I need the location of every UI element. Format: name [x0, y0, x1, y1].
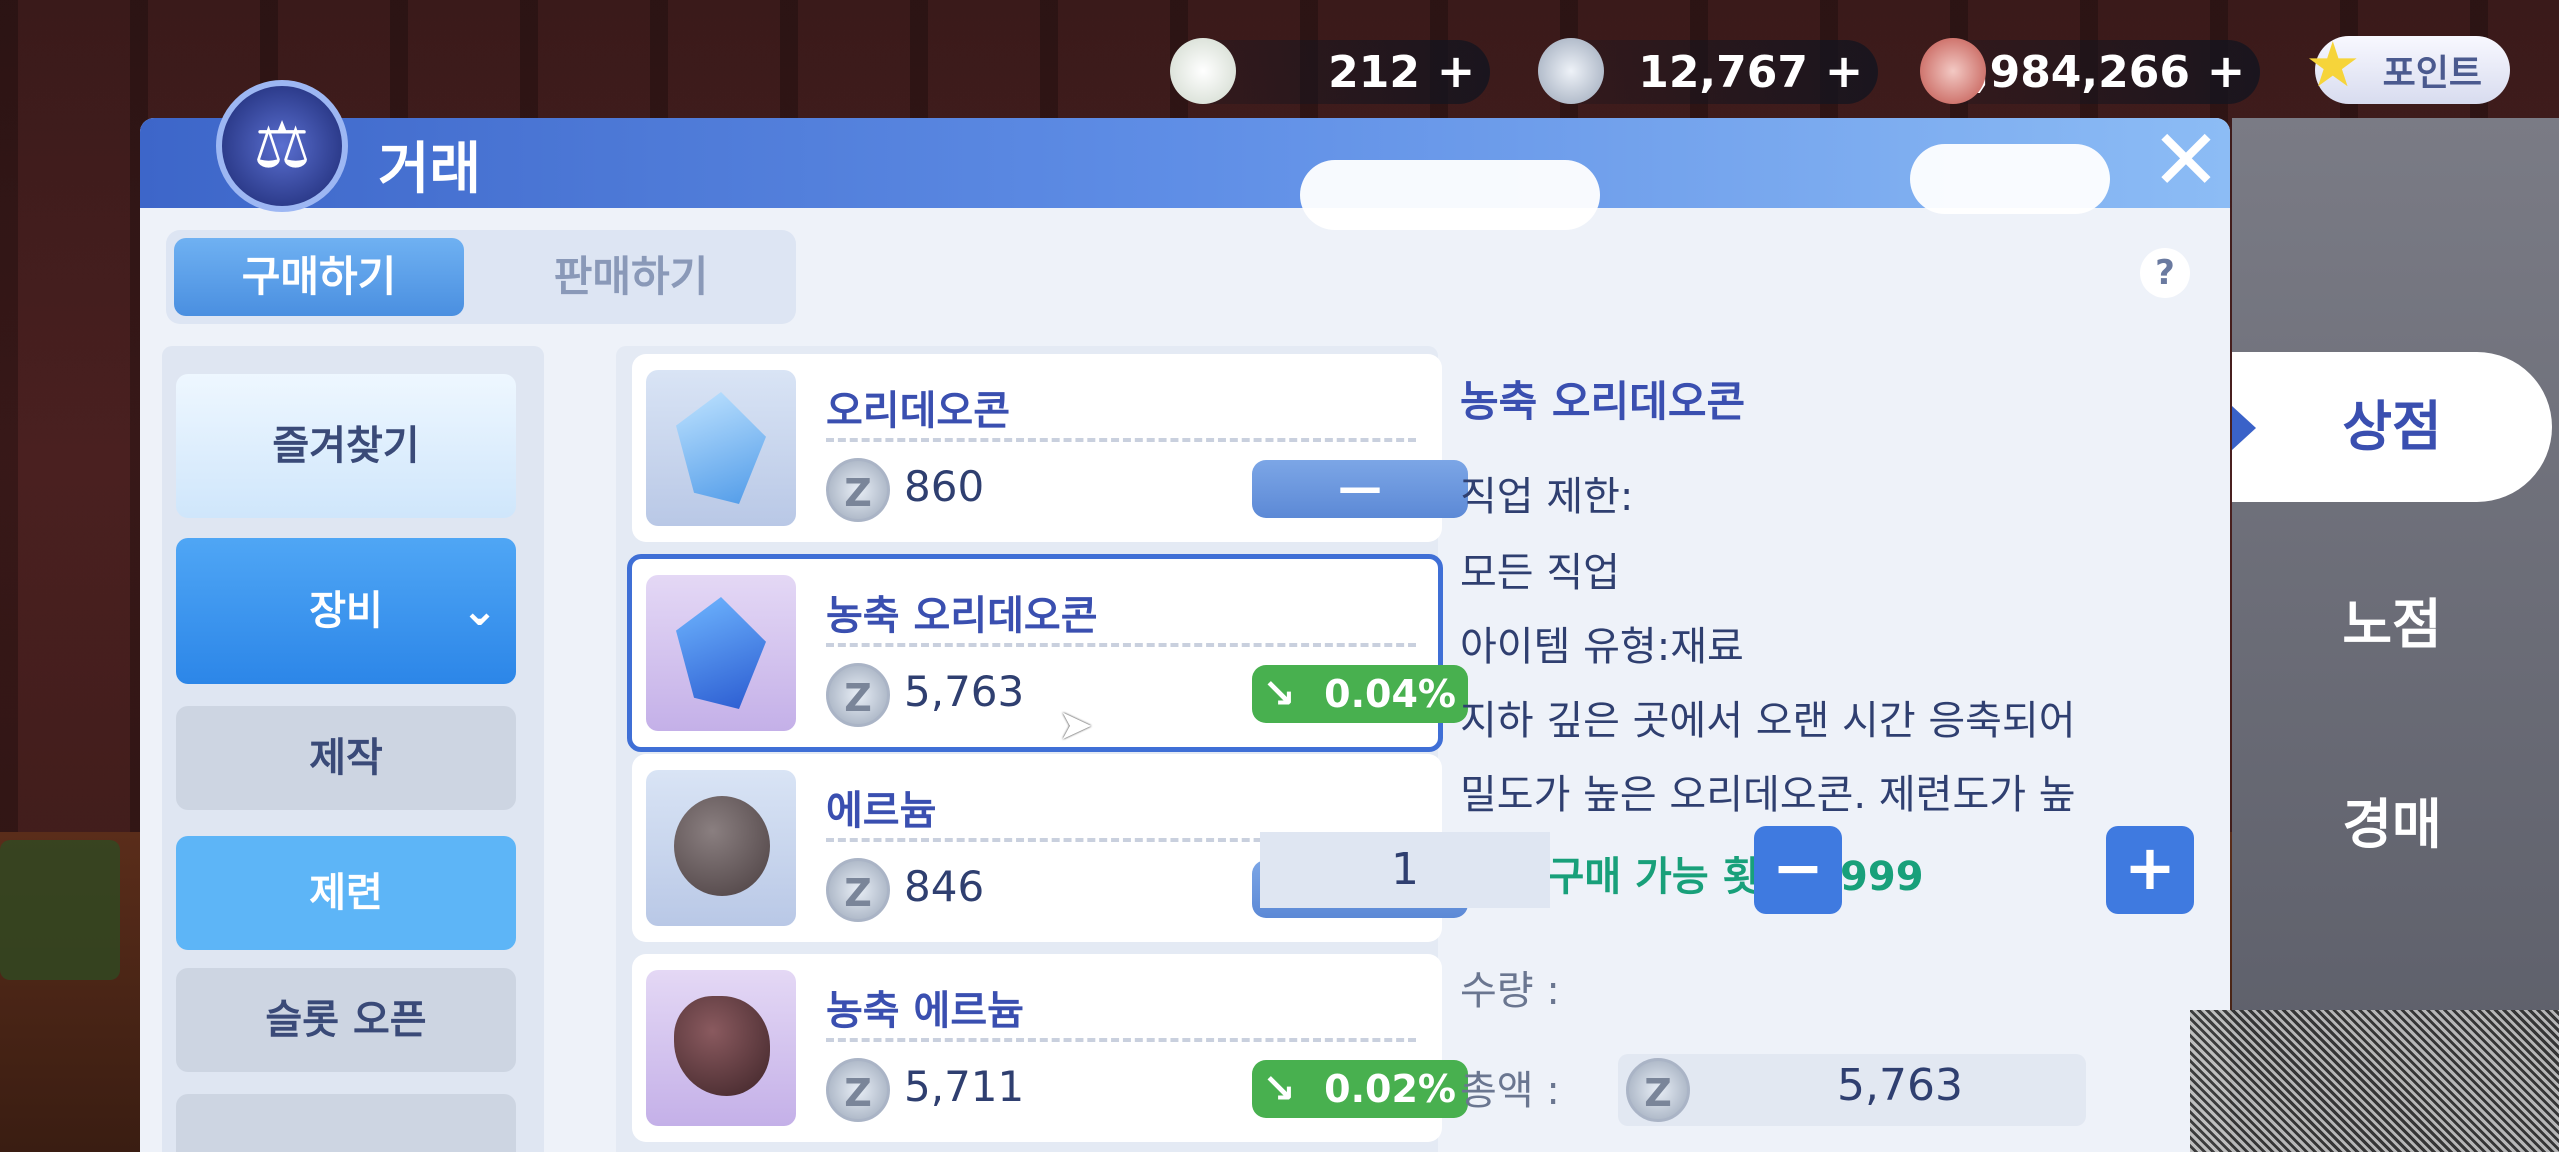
tab-sell[interactable]: 판매하기	[486, 238, 776, 316]
currency-spirit: 212 +	[1170, 38, 1490, 104]
tab-stall[interactable]: 노점	[2232, 580, 2552, 659]
trend-down-icon: ↘	[1262, 671, 1296, 717]
item-detail-panel: 농축 오리데오콘 직업 제한: 모든 직업 아이템 유형:재료 지하 깊은 곳에…	[1460, 346, 2220, 1152]
watermark-overlay	[2190, 1010, 2559, 1152]
category-slot-open[interactable]: 슬롯 오픈	[176, 968, 516, 1072]
category-menu: 즐겨찾기 장비 ⌄ 제작 제련 슬롯 오픈	[162, 346, 544, 1152]
add-spirit-button[interactable]: +	[1434, 48, 1478, 94]
cloud-decoration	[1910, 144, 2110, 214]
currency-swirl: 2,984,266 +	[1920, 38, 2260, 104]
item-thumbnail	[646, 370, 796, 526]
scale-icon: ⚖	[216, 80, 348, 212]
category-favorites[interactable]: 즐겨찾기	[176, 374, 516, 518]
zeny-coin-icon	[1538, 38, 1604, 104]
detail-item-name: 농축 오리데오콘	[1460, 377, 1746, 426]
zeny-coin-icon: Z	[826, 663, 890, 727]
price-change-down: ↘ 0.04%	[1252, 665, 1468, 723]
job-limit-label: 직업 제한:	[1460, 474, 1634, 520]
list-item[interactable]: 오리데오콘 Z 860 —	[632, 354, 1468, 542]
chevron-down-icon: ⌄	[461, 585, 498, 636]
point-button[interactable]: ★ 포인트	[2305, 34, 2510, 104]
zeny-coin-icon: Z	[1626, 1058, 1690, 1122]
category-equipment[interactable]: 장비 ⌄	[176, 538, 516, 684]
mouse-cursor-icon: ➤	[1058, 700, 1094, 749]
zeny-coin-icon: Z	[826, 458, 890, 522]
quantity-field[interactable]: 1	[1260, 832, 1550, 908]
zeny-coin-icon: Z	[826, 1058, 890, 1122]
ore-icon	[674, 796, 770, 896]
close-button[interactable]: ✕	[2148, 118, 2224, 202]
item-thumbnail	[646, 970, 796, 1126]
spirit-icon	[1170, 38, 1236, 104]
item-thumbnail	[646, 575, 796, 731]
star-icon: ★	[2305, 28, 2361, 101]
category-more[interactable]	[176, 1094, 516, 1152]
price-change-down: ↘ 0.02%	[1252, 1060, 1468, 1118]
tab-auction[interactable]: 경매	[2232, 780, 2552, 859]
job-limit-value: 모든 직업	[1460, 550, 1620, 596]
total-value: 5,763	[1837, 1060, 1963, 1111]
list-item[interactable]: 농축 에르늄 Z 5,711 ↘ 0.02%	[632, 954, 1468, 1142]
trend-down-icon: ↘	[1262, 1066, 1296, 1112]
increase-quantity-button[interactable]: +	[2106, 826, 2194, 914]
item-list: 오리데오콘 Z 860 — 농축 오리데오콘 Z 5,763 ↘ 0.04% 에르…	[616, 346, 1468, 1152]
price-change-neutral: —	[1252, 460, 1468, 518]
ore-icon	[674, 996, 770, 1096]
item-thumbnail	[646, 770, 796, 926]
help-button[interactable]: ?	[2140, 248, 2190, 298]
category-crafting[interactable]: 제작	[176, 706, 516, 810]
category-refine[interactable]: 제련	[176, 836, 516, 950]
trade-window: 거래 구매하기 판매하기 ? 즐겨찾기 장비 ⌄ 제작 제련 슬롯 오픈 오리데…	[140, 118, 2230, 1152]
tab-shop[interactable]: 상점	[2232, 352, 2552, 502]
window-title: 거래	[378, 137, 482, 202]
swirl-coin-icon	[1920, 38, 1986, 104]
total-label: 총액 :	[1460, 1068, 1560, 1114]
crystal-icon	[676, 597, 766, 709]
quantity-label: 수량 :	[1460, 968, 1560, 1014]
currency-zeny: 12,767 +	[1538, 38, 1878, 104]
title-bar: 거래	[140, 118, 2230, 230]
item-type: 아이템 유형:재료	[1460, 624, 1744, 670]
item-description: 밀도가 높은 오리데오콘. 제련도가 높	[1460, 772, 2076, 818]
selected-marker	[2232, 406, 2256, 450]
item-description: 지하 깊은 곳에서 오랜 시간 응축되어	[1460, 698, 2076, 744]
crystal-icon	[676, 392, 766, 504]
trade-tabs: 구매하기 판매하기	[166, 230, 796, 324]
list-item-selected[interactable]: 농축 오리데오콘 Z 5,763 ↘ 0.04%	[627, 554, 1468, 752]
tab-buy[interactable]: 구매하기	[174, 238, 464, 316]
decrease-quantity-button[interactable]: −	[1754, 826, 1842, 914]
add-zeny-button[interactable]: +	[1822, 48, 1866, 94]
cloud-decoration	[1300, 160, 1600, 230]
add-swirl-button[interactable]: +	[2204, 48, 2248, 94]
zeny-coin-icon: Z	[826, 858, 890, 922]
background-chest	[0, 840, 120, 980]
